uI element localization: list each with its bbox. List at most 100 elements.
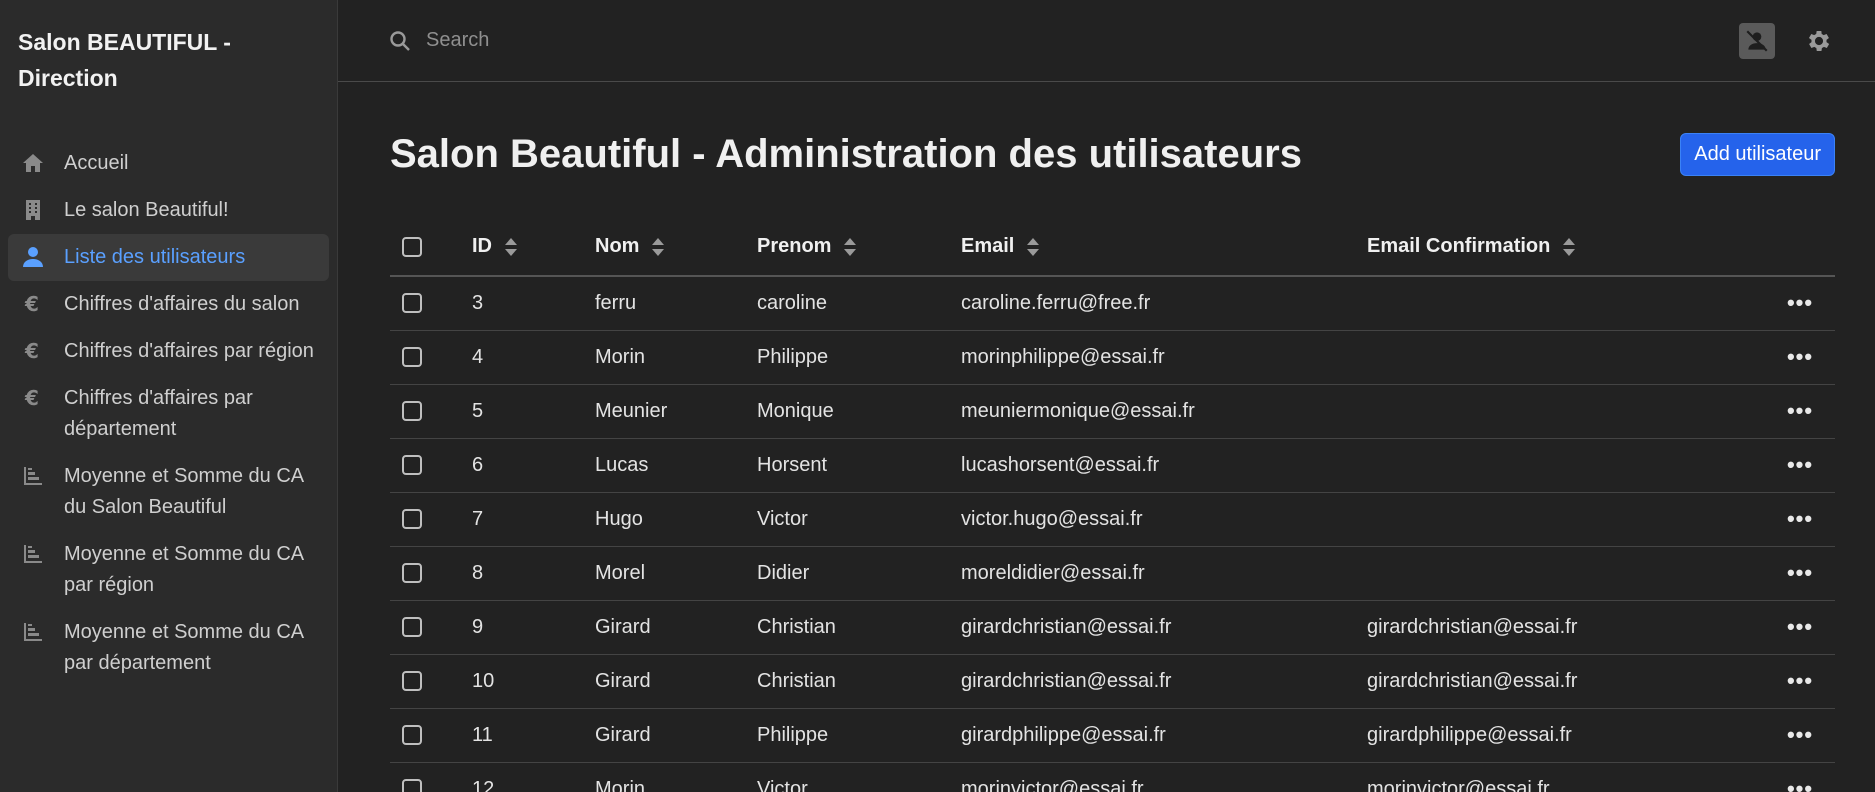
more-options-icon[interactable]: ••• [1787, 452, 1813, 477]
sort-icon[interactable] [651, 237, 665, 257]
more-options-icon[interactable]: ••• [1787, 398, 1813, 423]
more-options-icon[interactable]: ••• [1787, 506, 1813, 531]
more-options-icon[interactable]: ••• [1787, 344, 1813, 369]
cell-prenom: Victor [757, 492, 961, 547]
column-header-prenom[interactable]: Prenom [757, 218, 961, 277]
table-row[interactable]: 9 Girard Christian girardchristian@essai.fr… [390, 600, 1835, 655]
more-options-icon[interactable]: ••• [1787, 668, 1813, 693]
gear-icon[interactable] [1805, 27, 1833, 55]
row-checkbox[interactable] [402, 347, 422, 368]
title-row: Salon Beautiful - Administration des uti… [390, 82, 1835, 218]
table-row[interactable]: 7 Hugo Victor victor.hugo@essai.fr ••• [390, 492, 1835, 547]
table-row[interactable]: 11 Girard Philippe girardphilippe@essai.fr g… [390, 708, 1835, 763]
cell-prenom: Didier [757, 546, 961, 601]
sidebar-item-le-salon-beautiful[interactable]: Le salon Beautiful! [8, 187, 329, 234]
row-actions-cell: ••• [1765, 330, 1835, 385]
column-header-nom[interactable]: Nom [595, 218, 757, 277]
row-checkbox[interactable] [402, 671, 422, 692]
cell-nom: Girard [595, 708, 757, 763]
select-all-checkbox[interactable] [402, 236, 422, 257]
cell-email: victor.hugo@essai.fr [961, 492, 1367, 547]
cell-email-confirmation [1367, 546, 1765, 601]
row-checkbox-cell [390, 600, 472, 655]
more-options-icon[interactable]: ••• [1787, 560, 1813, 585]
topbar [338, 0, 1875, 82]
cell-nom: Meunier [595, 384, 757, 439]
sidebar-item-chiffres-d-affaires-du-salon[interactable]: € Chiffres d'affaires du salon [8, 281, 329, 328]
search-icon [388, 29, 412, 53]
euro-icon: € [18, 336, 48, 366]
header-checkbox-cell [390, 218, 472, 277]
table-row[interactable]: 3 ferru caroline caroline.ferru@free.fr ••• [390, 276, 1835, 331]
row-checkbox[interactable] [402, 293, 422, 314]
sidebar-item-chiffres-d-affaires-par-region[interactable]: € Chiffres d'affaires par région [8, 328, 329, 375]
cell-email: caroline.ferru@free.fr [961, 276, 1367, 331]
row-checkbox[interactable] [402, 401, 422, 422]
row-checkbox[interactable] [402, 725, 422, 746]
user-icon [18, 242, 48, 272]
cell-id: 7 [472, 492, 595, 547]
row-checkbox[interactable] [402, 779, 422, 792]
sidebar-item-label: Liste des utilisateurs [64, 246, 246, 268]
table-row[interactable]: 8 Morel Didier moreldidier@essai.fr ••• [390, 546, 1835, 601]
table-row[interactable]: 10 Girard Christian girardchristian@essai.f… [390, 654, 1835, 709]
more-options-icon[interactable]: ••• [1787, 614, 1813, 639]
cell-id: 12 [472, 762, 595, 792]
row-checkbox-cell [390, 762, 472, 792]
row-checkbox[interactable] [402, 509, 422, 530]
brand-title: Salon BEAUTIFUL - Direction [18, 29, 231, 91]
sidebar-item-label: Moyenne et Somme du CA par département [64, 621, 304, 674]
search-input[interactable] [426, 29, 1739, 52]
sidebar-item-moyenne-et-somme-du-ca-du-salon-beautiful[interactable]: Moyenne et Somme du CA du Salon Beautifu… [8, 453, 329, 531]
row-checkbox[interactable] [402, 617, 422, 638]
row-checkbox-cell [390, 708, 472, 763]
cell-email: girardchristian@essai.fr [961, 654, 1367, 709]
svg-text:€: € [24, 339, 39, 363]
sidebar-item-label: Chiffres d'affaires par région [64, 340, 314, 362]
sidebar-item-label: Le salon Beautiful! [64, 199, 229, 221]
home-icon [18, 148, 48, 178]
cell-email-confirmation [1367, 492, 1765, 547]
more-options-icon[interactable]: ••• [1787, 722, 1813, 747]
sort-icon[interactable] [843, 237, 857, 257]
row-actions-cell: ••• [1765, 492, 1835, 547]
sidebar-item-moyenne-et-somme-du-ca-par-region[interactable]: Moyenne et Somme du CA par région [8, 531, 329, 609]
table-row[interactable]: 4 Morin Philippe morinphilippe@essai.fr ••• [390, 330, 1835, 385]
sidebar-item-chiffres-d-affaires-par-departement[interactable]: € Chiffres d'affaires par département [8, 375, 329, 453]
cell-prenom: Philippe [757, 330, 961, 385]
table-row[interactable]: 6 Lucas Horsent lucashorsent@essai.fr ••• [390, 438, 1835, 493]
cell-email: morinphilippe@essai.fr [961, 330, 1367, 385]
sort-icon[interactable] [1026, 237, 1040, 257]
more-options-icon[interactable]: ••• [1787, 290, 1813, 315]
content: Salon Beautiful - Administration des uti… [338, 82, 1875, 792]
sidebar-item-liste-des-utilisateurs[interactable]: Liste des utilisateurs [8, 234, 329, 281]
building-icon [18, 195, 48, 225]
table-body: 3 ferru caroline caroline.ferru@free.fr ••• 4… [390, 276, 1835, 792]
cell-nom: Morin [595, 330, 757, 385]
row-checkbox[interactable] [402, 563, 422, 584]
main-area: Salon Beautiful - Administration des uti… [338, 0, 1875, 792]
column-header-email[interactable]: Email [961, 218, 1367, 277]
cell-email-confirmation: girardchristian@essai.fr [1367, 654, 1765, 709]
sidebar-item-accueil[interactable]: Accueil [8, 140, 329, 187]
sort-icon[interactable] [1562, 237, 1576, 257]
row-checkbox[interactable] [402, 455, 422, 476]
cell-id: 11 [472, 708, 595, 763]
sort-icon[interactable] [504, 237, 518, 257]
table-row[interactable]: 5 Meunier Monique meuniermonique@essai.fr ••… [390, 384, 1835, 439]
sidebar-item-label: Moyenne et Somme du CA du Salon Beautifu… [64, 465, 304, 518]
row-actions-cell: ••• [1765, 546, 1835, 601]
cell-email-confirmation [1367, 384, 1765, 439]
cell-email-confirmation [1367, 438, 1765, 493]
sidebar-item-label: Moyenne et Somme du CA par région [64, 543, 304, 596]
column-header-email-confirmation[interactable]: Email Confirmation [1367, 218, 1765, 277]
avatar[interactable] [1739, 22, 1775, 59]
cell-email: morinvictor@essai.fr [961, 762, 1367, 792]
cell-id: 4 [472, 330, 595, 385]
row-checkbox-cell [390, 438, 472, 493]
table-row[interactable]: 12 Morin Victor morinvictor@essai.fr morinvi… [390, 762, 1835, 792]
column-header-id[interactable]: ID [472, 218, 595, 277]
more-options-icon[interactable]: ••• [1787, 776, 1813, 792]
sidebar-item-moyenne-et-somme-du-ca-par-departement[interactable]: Moyenne et Somme du CA par département [8, 609, 329, 687]
add-user-button[interactable]: Add utilisateur [1680, 132, 1835, 176]
